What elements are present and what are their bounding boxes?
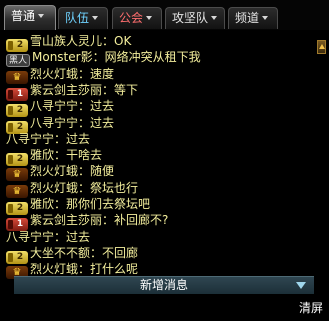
chat-sender-name[interactable]: 烈火灯蛾	[30, 181, 78, 195]
chat-separator: ：	[54, 229, 67, 244]
chat-message-text: 过去	[66, 131, 91, 146]
chat-separator: ：	[78, 164, 91, 179]
chat-message-text: 等下	[114, 82, 139, 97]
chat-message-text: 速度	[90, 66, 115, 81]
chat-message-text: 补回廊不?	[114, 213, 169, 228]
tab-channel-label: 频道	[235, 11, 260, 25]
chat-message: ♛ 烈火灯蛾：祭坛也行	[6, 179, 139, 198]
chat-message: ♛ 烈火灯蛾：随便	[6, 162, 115, 182]
chevron-down-icon	[211, 16, 218, 20]
tab-guild-label: 公会	[119, 11, 144, 25]
chat-separator: ：	[102, 213, 115, 228]
chat-message-text: 过去	[90, 99, 115, 114]
tab-guild[interactable]: 公会	[112, 7, 162, 29]
chat-separator: ：	[90, 245, 103, 260]
chat-separator: ：	[102, 34, 115, 48]
chat-sender-name[interactable]: 大坐不不额	[30, 246, 90, 260]
chat-sender-name[interactable]: 八寻宁宁	[30, 99, 78, 113]
chat-sender-name[interactable]: 烈火灯蛾	[30, 262, 78, 276]
chat-message-text: 随便	[90, 164, 115, 179]
chat-sender-name[interactable]: 八寻宁宁	[6, 230, 54, 244]
chat-separator: ：	[78, 180, 91, 195]
chat-message: 八寻宁宁：过去	[6, 228, 90, 246]
chat-sender-name[interactable]: 雅欣	[30, 148, 54, 162]
new-message-bar[interactable]: 新增消息	[14, 276, 314, 294]
tab-channel[interactable]: 频道	[228, 7, 278, 29]
chat-message-text: 打什么呢	[90, 262, 139, 277]
chat-sender-name[interactable]: 雅欣	[30, 197, 54, 211]
chat-separator: ：	[54, 131, 67, 146]
tab-team-label: 队伍	[65, 11, 90, 25]
arrow-down-icon	[296, 282, 306, 289]
tab-normal-label: 普通	[11, 9, 36, 23]
chat-message-text: 过去	[90, 115, 115, 130]
chat-message: 八寻宁宁：过去	[6, 130, 90, 148]
chevron-down-icon	[262, 16, 269, 20]
chat-sender-name[interactable]: 烈火灯蛾	[30, 67, 78, 81]
chat-message-text: 干啥去	[66, 148, 103, 163]
tab-normal[interactable]: 普通	[4, 5, 56, 30]
chat-message: 2 八寻宁宁：过去	[6, 97, 115, 118]
chat-sender-name[interactable]: 八寻宁宁	[30, 116, 78, 130]
clear-screen-button[interactable]: 清屏	[299, 300, 323, 316]
chat-message: 2 雅欣：那你们去祭坛吧	[6, 195, 151, 215]
chat-sender-name[interactable]: 紫云剑主莎丽	[30, 83, 102, 97]
chat-message-text: 不回廊	[102, 245, 139, 260]
chat-separator: ：	[78, 66, 91, 81]
chat-message: 2 大坐不不额：不回廊	[6, 244, 139, 264]
chat-message: 2 八寻宁宁：过去	[6, 114, 115, 134]
chat-separator: ：	[78, 115, 91, 130]
chevron-down-icon	[38, 14, 45, 18]
new-message-label: 新增消息	[139, 278, 188, 292]
chat-sender-name[interactable]: 烈火灯蛾	[30, 164, 78, 178]
chat-sender-name[interactable]: 八寻宁宁	[6, 132, 54, 146]
chat-sender-name[interactable]: Monster影	[32, 50, 93, 64]
chat-tab-bar: 普通 队伍 公会 攻坚队 频道	[0, 0, 329, 30]
chat-separator: ：	[54, 197, 67, 211]
chat-separator: ：	[92, 50, 105, 65]
chevron-down-icon	[146, 16, 153, 20]
chat-separator: ：	[78, 99, 91, 114]
chat-separator: ：	[78, 262, 91, 277]
bottom-bar	[0, 296, 329, 321]
scroll-up-button[interactable]	[317, 40, 326, 54]
tab-team[interactable]: 队伍	[58, 7, 108, 29]
chat-message: 1 紫云剑主莎丽：等下	[6, 81, 139, 101]
chat-message-text: OK	[114, 34, 132, 48]
chat-sender-name[interactable]: 雪山族人灵儿	[30, 34, 102, 48]
chat-message-text: 祭坛也行	[90, 180, 139, 195]
tab-raid-label: 攻坚队	[172, 11, 209, 25]
chevron-down-icon	[92, 16, 99, 20]
chat-message: 2 雅欣：干啥去	[6, 146, 103, 167]
tab-raid[interactable]: 攻坚队	[165, 7, 225, 29]
chat-message: 2 雪山族人灵儿：OK	[6, 32, 132, 52]
chat-message: ♛ 烈火灯蛾：速度	[6, 65, 115, 84]
chat-message: 黑人 Monster影：网络冲突从租下我	[6, 48, 201, 68]
chat-message-text: 那你们去祭坛吧	[66, 197, 151, 211]
chat-separator: ：	[102, 82, 115, 97]
chat-sender-name[interactable]: 紫云剑主莎丽	[30, 213, 102, 227]
chat-separator: ：	[54, 148, 67, 163]
chat-message: 1 紫云剑主莎丽：补回廊不?	[6, 211, 169, 232]
chat-message-text: 网络冲突从租下我	[104, 50, 201, 65]
chat-message-text: 过去	[66, 229, 91, 244]
